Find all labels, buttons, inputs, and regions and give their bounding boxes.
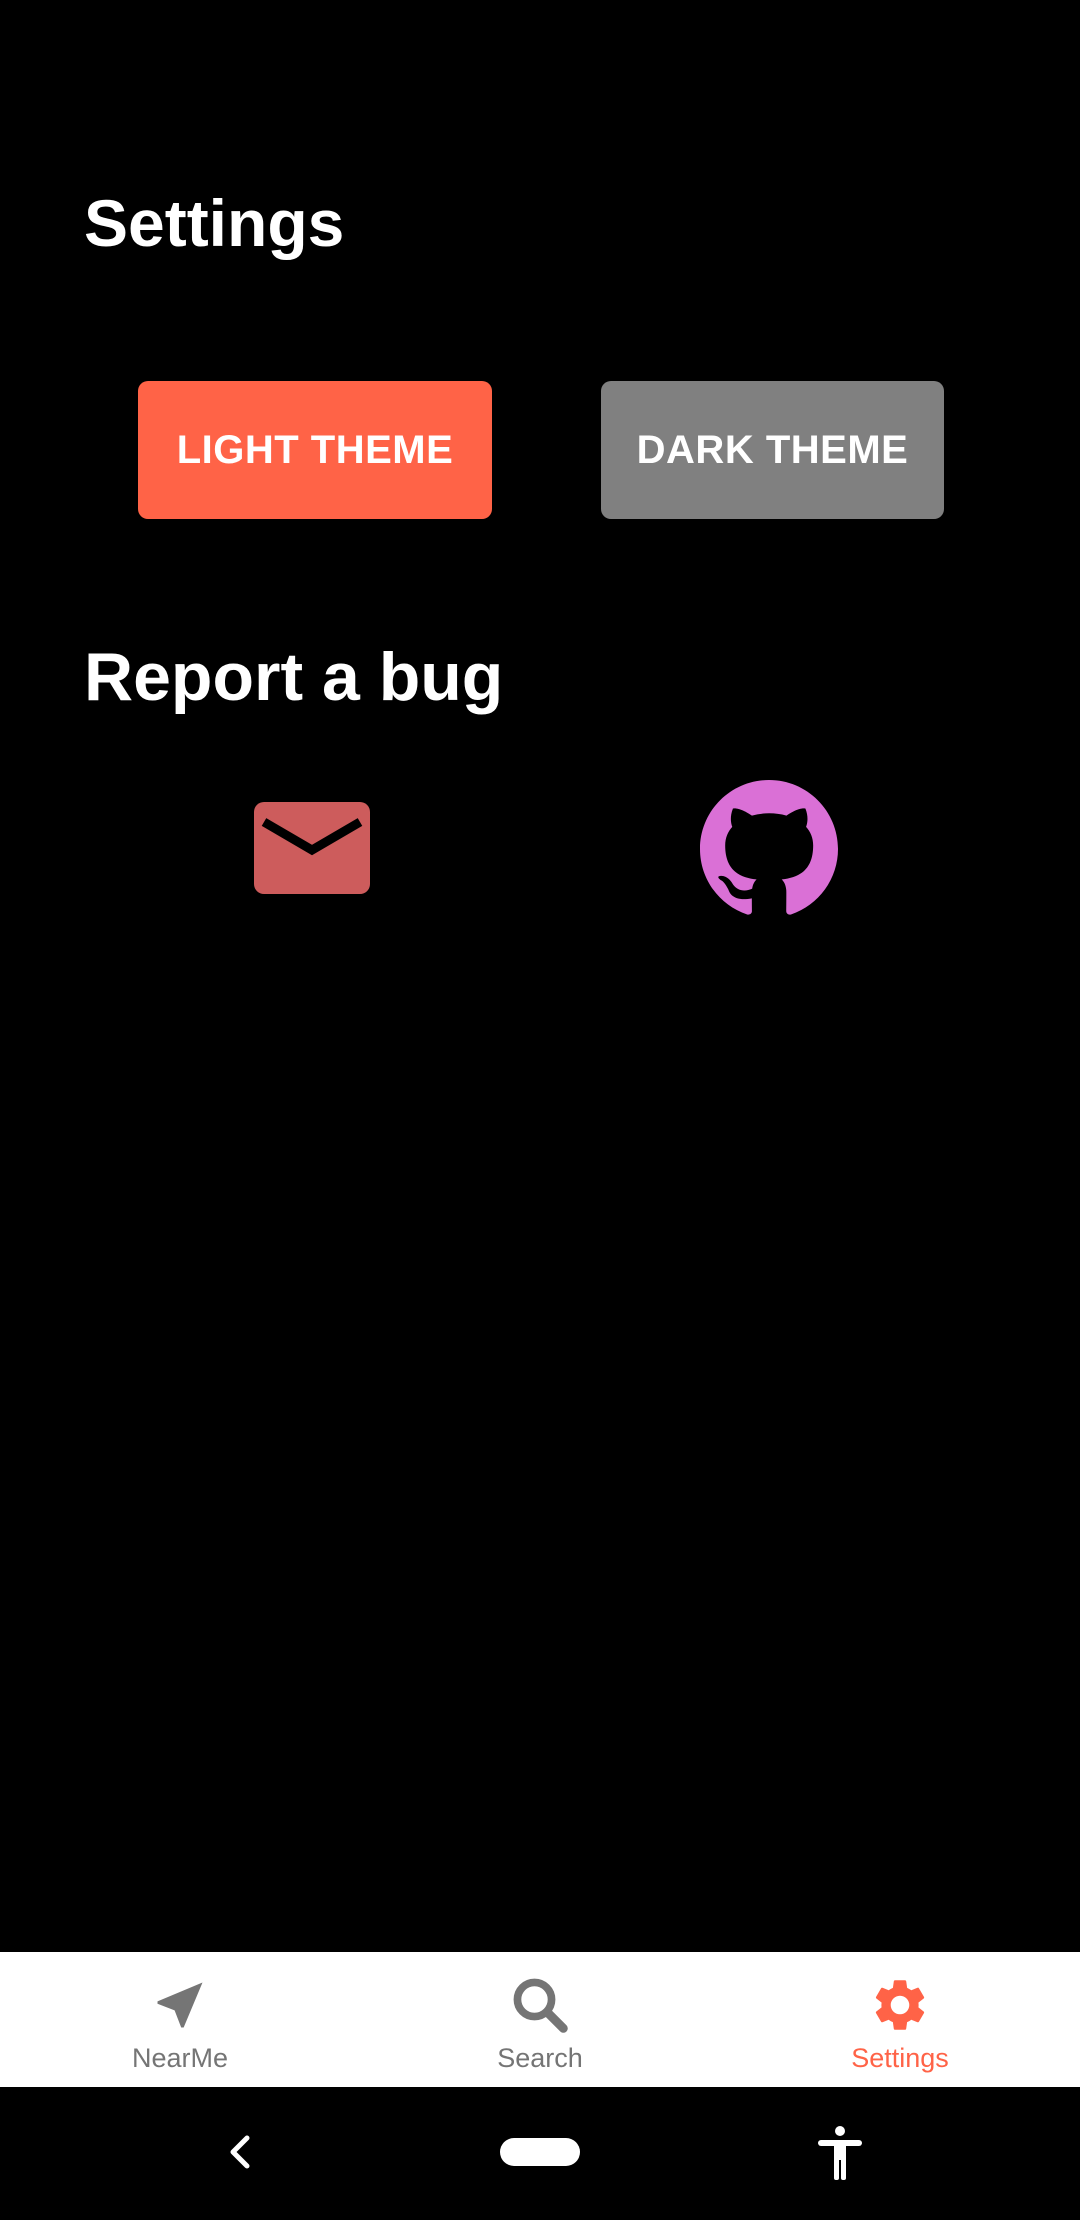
system-home-button[interactable] bbox=[500, 2138, 580, 2166]
settings-title: Settings bbox=[84, 186, 345, 260]
system-back-button[interactable] bbox=[215, 2122, 265, 2182]
accessibility-icon bbox=[818, 2126, 862, 2180]
email-report-button[interactable] bbox=[254, 802, 370, 894]
mail-icon bbox=[254, 802, 370, 894]
search-icon bbox=[507, 1972, 573, 2038]
system-accessibility-button[interactable] bbox=[812, 2123, 868, 2183]
system-navigation-bar bbox=[0, 2087, 1080, 2220]
light-theme-button[interactable]: LIGHT THEME bbox=[138, 381, 492, 519]
nav-label-settings: Settings bbox=[851, 2043, 949, 2073]
nav-item-nearme[interactable]: NearMe bbox=[0, 1952, 360, 2087]
settings-screen: Settings LIGHT THEME DARK THEME Report a… bbox=[0, 0, 1080, 2220]
bottom-navigation: NearMe Search Settings bbox=[0, 1952, 1080, 2087]
home-pill-icon bbox=[500, 2138, 580, 2166]
nav-item-search[interactable]: Search bbox=[360, 1952, 720, 2087]
dark-theme-button[interactable]: DARK THEME bbox=[601, 381, 944, 519]
report-bug-title: Report a bug bbox=[84, 639, 504, 715]
back-chevron-icon bbox=[230, 2135, 250, 2169]
gear-icon bbox=[867, 1972, 933, 2038]
github-report-button[interactable] bbox=[700, 780, 838, 918]
nav-item-settings[interactable]: Settings bbox=[720, 1952, 1080, 2087]
github-icon bbox=[700, 780, 838, 915]
navigation-arrow-icon bbox=[147, 1972, 213, 2038]
nav-label-nearme: NearMe bbox=[131, 2043, 229, 2073]
nav-label-search: Search bbox=[497, 2043, 583, 2073]
